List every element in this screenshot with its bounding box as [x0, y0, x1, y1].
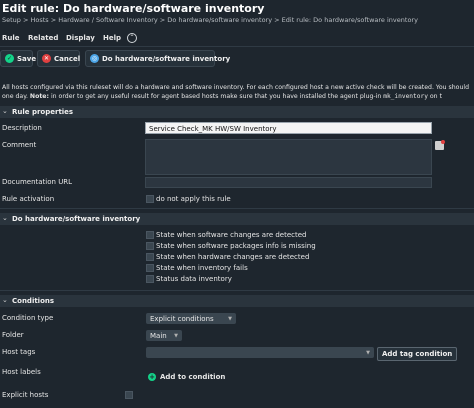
rule-activation-label: Rule activation: [2, 195, 55, 203]
inventory-icon: ◎: [90, 54, 99, 63]
page-title: Edit rule: Do hardware/software inventor…: [2, 2, 265, 15]
add-to-condition-link[interactable]: Add to condition: [160, 373, 225, 381]
add-tag-condition-button[interactable]: Add tag condition: [377, 347, 458, 361]
host-tags-label: Host tags: [2, 348, 36, 356]
breadcrumb[interactable]: Setup > Hosts > Hardware / Software Inve…: [2, 16, 418, 24]
cancel-button[interactable]: ✕ Cancel: [37, 50, 80, 67]
disable-rule-checkbox-label: do not apply this rule: [156, 195, 231, 203]
chevron-down-icon: ▼: [366, 349, 370, 356]
option-label: State when inventory fails: [156, 264, 248, 272]
disable-rule-checkbox[interactable]: [146, 195, 154, 203]
chevron-down-icon: ⌄: [2, 296, 8, 304]
divider: [0, 290, 474, 291]
condition-type-select[interactable]: Explicit conditions ▼: [146, 313, 236, 324]
divider: [0, 46, 474, 47]
explicit-hosts-label: Explicit hosts: [2, 391, 49, 399]
comment-textarea[interactable]: [145, 139, 432, 175]
folder-select[interactable]: Main ▼: [146, 330, 182, 341]
option-checkbox[interactable]: [146, 253, 154, 261]
rule-properties-header[interactable]: ⌄ Rule properties: [0, 106, 474, 118]
option-checkbox[interactable]: [146, 231, 154, 239]
comment-label: Comment: [2, 141, 37, 149]
option-label: State when software packages info is mis…: [156, 242, 316, 250]
option-checkbox[interactable]: [146, 242, 154, 250]
option-label: State when hardware changes are detected: [156, 253, 310, 261]
doc-url-input[interactable]: [145, 177, 432, 188]
conditions-section-header[interactable]: ⌄ Conditions: [0, 295, 474, 307]
divider: [0, 208, 474, 209]
folder-label: Folder: [2, 331, 24, 339]
chevron-down-icon: ▼: [174, 332, 178, 339]
host-tags-select[interactable]: ▼: [146, 347, 374, 358]
condition-type-label: Condition type: [2, 314, 54, 322]
option-checkbox[interactable]: [146, 264, 154, 272]
description-input[interactable]: Service Check_MK HW/SW Inventory: [145, 122, 432, 134]
option-checkbox[interactable]: [146, 275, 154, 283]
chevron-down-icon: ⌄: [2, 214, 8, 222]
option-label: State when software changes are detected: [156, 231, 307, 239]
inventory-section-header[interactable]: ⌄ Do hardware/software inventory: [0, 213, 474, 225]
run-inventory-button[interactable]: ◎ Do hardware/software inventory: [85, 50, 230, 67]
option-label: Status data inventory: [156, 275, 232, 283]
menu-related[interactable]: Related: [28, 34, 58, 42]
host-labels-label: Host labels: [2, 368, 41, 376]
menu-rule[interactable]: Rule: [2, 34, 20, 42]
plus-icon[interactable]: +: [148, 373, 156, 381]
menu-display[interactable]: Display: [66, 34, 95, 42]
doc-url-label: Documentation URL: [2, 178, 73, 186]
ruleset-help-text: All hosts configured via this ruleset wi…: [2, 84, 470, 100]
chevron-down-icon: ▼: [228, 315, 232, 322]
collapse-menu-button[interactable]: ⌃: [127, 33, 137, 43]
chevron-down-icon: ⌄: [2, 107, 8, 115]
menu-help[interactable]: Help: [103, 34, 121, 42]
add-comment-icon[interactable]: [435, 140, 445, 150]
description-label: Description: [2, 124, 42, 132]
save-button[interactable]: ✓ Save: [0, 50, 36, 67]
checkmark-icon: ✓: [5, 54, 14, 63]
close-icon: ✕: [42, 54, 51, 63]
explicit-hosts-checkbox[interactable]: [125, 391, 133, 399]
chevron-up-icon: ⌃: [129, 34, 135, 41]
